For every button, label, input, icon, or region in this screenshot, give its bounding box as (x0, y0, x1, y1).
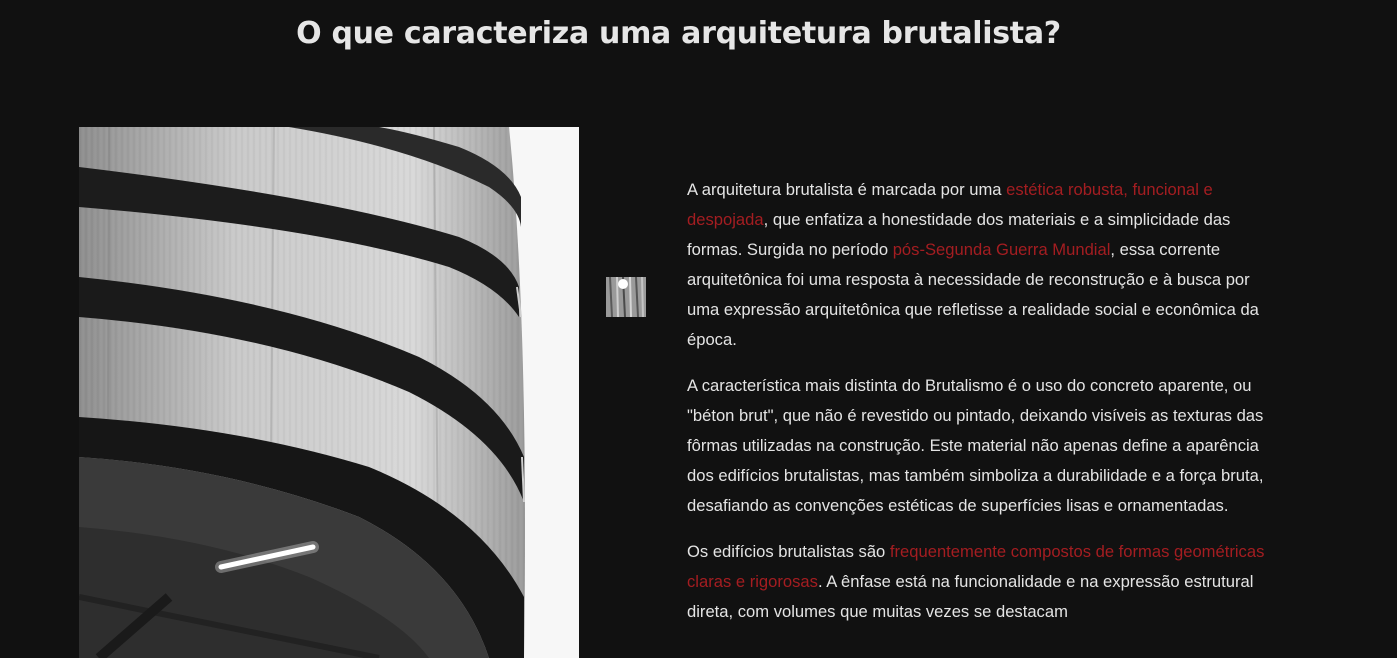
page-title: O que caracteriza uma arquitetura brutal… (296, 16, 1061, 51)
brutalist-building-image (79, 127, 579, 658)
paragraph-1: A arquitetura brutalista é marcada por u… (687, 180, 1259, 349)
paragraph-2: A característica mais distinta do Brutal… (687, 376, 1264, 515)
article-body: A arquitetura brutalista é marcada por u… (687, 175, 1283, 643)
image-thumbnail[interactable] (606, 277, 646, 317)
paragraph-3: Os edifícios brutalistas são frequenteme… (687, 542, 1265, 621)
slider-dot-indicator[interactable] (618, 279, 628, 289)
highlight-text: pós-Segunda Guerra Mundial (892, 240, 1111, 259)
